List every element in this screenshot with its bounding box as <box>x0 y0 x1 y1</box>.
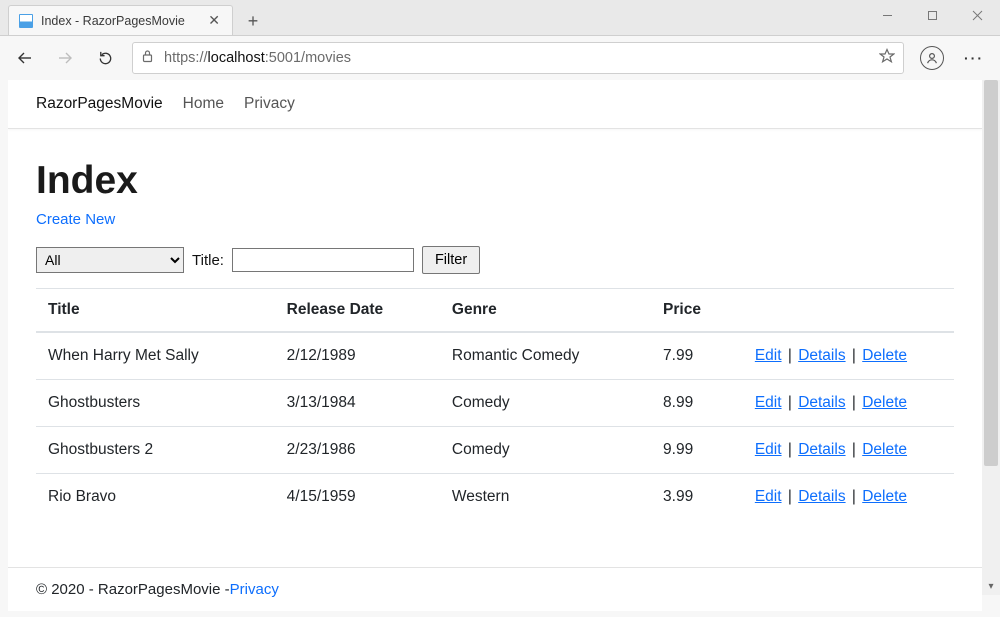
scroll-down-icon[interactable]: ▾ <box>982 577 1000 595</box>
details-link[interactable]: Details <box>798 394 845 411</box>
edit-link[interactable]: Edit <box>755 347 782 364</box>
cell-price: 9.99 <box>651 427 743 474</box>
table-row: When Harry Met Sally2/12/1989Romantic Co… <box>36 332 954 380</box>
cell-title: Rio Bravo <box>36 474 275 521</box>
lock-icon <box>141 49 154 67</box>
details-link[interactable]: Details <box>798 347 845 364</box>
title-filter-label: Title: <box>192 252 224 269</box>
nav-forward-button[interactable] <box>46 40 84 76</box>
col-title: Title <box>36 289 275 333</box>
window-maximize-button[interactable] <box>910 0 955 30</box>
site-header: RazorPagesMovie Home Privacy <box>8 80 982 129</box>
site-brand[interactable]: RazorPagesMovie <box>36 95 163 113</box>
cell-actions: Edit | Details | Delete <box>743 474 954 521</box>
close-tab-icon[interactable]: ✕ <box>206 12 222 29</box>
nav-refresh-button[interactable] <box>86 40 124 76</box>
filter-button[interactable]: Filter <box>422 246 480 274</box>
title-filter-input[interactable] <box>232 248 414 272</box>
cell-release: 3/13/1984 <box>275 380 440 427</box>
genre-select[interactable]: All <box>36 247 184 273</box>
edit-link[interactable]: Edit <box>755 441 782 458</box>
new-tab-button[interactable]: + <box>239 7 267 35</box>
scrollbar-thumb[interactable] <box>984 80 998 466</box>
cell-release: 2/23/1986 <box>275 427 440 474</box>
browser-toolbar: https://localhost:5001/movies ··· <box>0 35 1000 80</box>
delete-link[interactable]: Delete <box>862 488 907 505</box>
delete-link[interactable]: Delete <box>862 394 907 411</box>
table-row: Ghostbusters 22/23/1986Comedy9.99Edit | … <box>36 427 954 474</box>
window-close-button[interactable] <box>955 0 1000 30</box>
table-header-row: Title Release Date Genre Price <box>36 289 954 333</box>
profile-button[interactable] <box>920 46 944 70</box>
movies-table: Title Release Date Genre Price When Harr… <box>36 288 954 520</box>
cell-genre: Comedy <box>440 380 651 427</box>
cell-price: 8.99 <box>651 380 743 427</box>
more-options-button[interactable]: ··· <box>954 50 994 66</box>
window-title-bar: Index - RazorPagesMovie ✕ + <box>0 0 1000 35</box>
table-row: Ghostbusters3/13/1984Comedy8.99Edit | De… <box>36 380 954 427</box>
col-price: Price <box>651 289 743 333</box>
site-footer: © 2020 - RazorPagesMovie - Privacy <box>8 567 982 611</box>
window-minimize-button[interactable] <box>865 0 910 30</box>
delete-link[interactable]: Delete <box>862 441 907 458</box>
browser-tab-active[interactable]: Index - RazorPagesMovie ✕ <box>8 5 233 35</box>
favorite-icon[interactable] <box>879 48 895 68</box>
table-row: Rio Bravo4/15/1959Western3.99Edit | Deta… <box>36 474 954 521</box>
edit-link[interactable]: Edit <box>755 394 782 411</box>
edit-link[interactable]: Edit <box>755 488 782 505</box>
page-title: Index <box>36 159 954 203</box>
cell-price: 3.99 <box>651 474 743 521</box>
footer-copyright: © 2020 - RazorPagesMovie - <box>36 581 230 598</box>
address-bar[interactable]: https://localhost:5001/movies <box>132 42 904 74</box>
cell-actions: Edit | Details | Delete <box>743 427 954 474</box>
details-link[interactable]: Details <box>798 441 845 458</box>
cell-genre: Comedy <box>440 427 651 474</box>
cell-genre: Romantic Comedy <box>440 332 651 380</box>
cell-release: 4/15/1959 <box>275 474 440 521</box>
nav-back-button[interactable] <box>6 40 44 76</box>
cell-release: 2/12/1989 <box>275 332 440 380</box>
cell-title: Ghostbusters <box>36 380 275 427</box>
cell-title: When Harry Met Sally <box>36 332 275 380</box>
tab-title: Index - RazorPagesMovie <box>41 14 206 28</box>
nav-privacy[interactable]: Privacy <box>244 95 295 113</box>
cell-actions: Edit | Details | Delete <box>743 380 954 427</box>
favicon-icon <box>19 14 33 28</box>
cell-genre: Western <box>440 474 651 521</box>
vertical-scrollbar[interactable]: ▾ <box>982 80 1000 595</box>
filter-form: All Title: Filter <box>36 246 954 274</box>
footer-privacy-link[interactable]: Privacy <box>230 581 279 598</box>
nav-home[interactable]: Home <box>183 95 224 113</box>
cell-title: Ghostbusters 2 <box>36 427 275 474</box>
page-viewport: RazorPagesMovie Home Privacy Index Creat… <box>8 80 982 611</box>
col-actions <box>743 289 954 333</box>
url-text: https://localhost:5001/movies <box>164 50 351 66</box>
cell-actions: Edit | Details | Delete <box>743 332 954 380</box>
create-new-link[interactable]: Create New <box>36 211 115 228</box>
details-link[interactable]: Details <box>798 488 845 505</box>
col-release: Release Date <box>275 289 440 333</box>
delete-link[interactable]: Delete <box>862 347 907 364</box>
col-genre: Genre <box>440 289 651 333</box>
cell-price: 7.99 <box>651 332 743 380</box>
